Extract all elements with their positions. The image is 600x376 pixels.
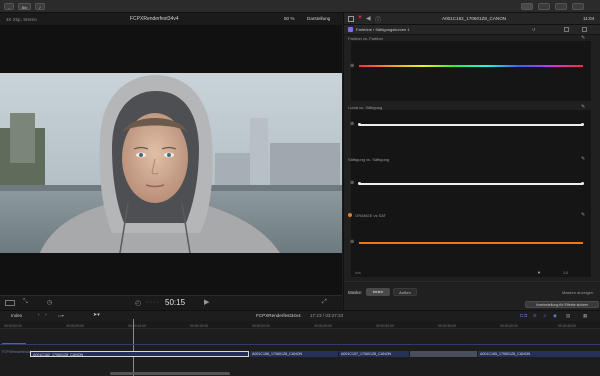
graph-3-curve[interactable] [359, 183, 583, 185]
check-button[interactable]: ✓ [35, 3, 45, 10]
ruler-label: 00:00:10:00 [128, 324, 146, 328]
graph-4[interactable]: ⊕ Isla ▼ 1,0 [350, 219, 591, 277]
ruler-label: 00:00:40:00 [500, 324, 518, 328]
snapping-icon[interactable]: ⊏⊐ [520, 313, 527, 319]
color-inspector-icon[interactable]: ▼ [357, 15, 363, 21]
layout-3-button[interactable] [555, 3, 567, 10]
effect-enable-checkbox[interactable] [348, 27, 353, 32]
save-effects-preset-button[interactable]: Voreinstellung für Effekte sichern [525, 301, 599, 308]
inspector-clip-name: A001C162_170601Z8_CANON [442, 16, 507, 21]
ruler-label: 00:00:15:00 [190, 324, 208, 328]
audio-skimming-icon[interactable]: ≋ [533, 313, 537, 319]
graph-1[interactable]: ⊕ [350, 41, 591, 101]
viewer-header: 4K 25p, Stereo FCPXRenderfest34v4 50 % D… [0, 13, 342, 25]
reset-icon[interactable]: ↺ [532, 27, 535, 32]
ruler-label: 00:00:05:00 [66, 324, 84, 328]
video-inspector-icon[interactable] [348, 16, 354, 22]
graph-2-reset-icon[interactable]: ⊕ [350, 121, 354, 127]
ruler-label: 00:00:30:00 [376, 324, 394, 328]
graph-4-color-swatch[interactable] [348, 213, 352, 217]
playhead[interactable] [133, 319, 134, 376]
timeline-clip[interactable]: A001C157_170601Z8_CANON [339, 351, 409, 357]
timeline-duration: 17:23 / 03:27:23 [310, 313, 344, 318]
view-options-icon[interactable] [5, 300, 15, 306]
inspector-duration: 11:04 [583, 16, 595, 21]
fullscreen-icon[interactable]: ⤢ [322, 299, 327, 306]
graph-3[interactable]: ⊕ [350, 162, 591, 222]
ruler-label: 00:00:35:00 [438, 324, 456, 328]
mask-label: Maske: [348, 290, 363, 295]
viewer-footer: ⤡ ◷ ◴ ○○○○ 50:15 ▶ ⤢ [0, 295, 342, 310]
timeline-clip-selected[interactable]: A001C162_170601Z8_CANON [30, 351, 249, 357]
mask-inside-button[interactable]: Innen [366, 288, 390, 296]
timeline-project-title: FCPXRenderfest34v4 [256, 313, 301, 318]
graph-2-point-left[interactable] [358, 123, 361, 126]
ruler-label: 00:00:25:00 [314, 324, 332, 328]
timeline-gap-clip[interactable] [410, 351, 477, 357]
divider [344, 281, 600, 282]
timecode-display[interactable]: 50:15 [165, 298, 185, 307]
info-inspector-icon[interactable]: ⓘ [375, 15, 381, 24]
graph-3-point-left[interactable] [358, 182, 361, 185]
audio-lane-label: ▬▬▬▬▬▬▬▬ [2, 341, 26, 345]
index-button[interactable]: Index [11, 313, 22, 318]
zoom-menu[interactable]: 50 % [284, 16, 294, 21]
graph-4-eyedropper-icon[interactable]: ✎ [581, 212, 585, 218]
layout-1-button[interactable] [521, 3, 533, 10]
ruler-label: 00:00:20:00 [252, 324, 270, 328]
nav-forward-icon[interactable]: › [45, 312, 47, 318]
effect-header: Farbtöne / Sättigungskurven 1 ↺ [344, 25, 600, 35]
app-toolbar: ← Bib ✓ [0, 0, 600, 13]
graph-2-point-right[interactable] [581, 123, 584, 126]
ruler-label: 00:00:00:00 [4, 324, 22, 328]
nav-back-icon[interactable]: ‹ [38, 312, 40, 318]
timeline-clip[interactable]: A001C165_170601Z8_CANON [478, 351, 600, 357]
effect-title[interactable]: Farbtöne / Sättigungskurven 1 [356, 27, 410, 32]
connected-lane [0, 344, 600, 345]
graph-footer-right: 1,0 [563, 271, 568, 275]
effects-browser-icon[interactable]: ▦ [583, 313, 587, 319]
mask-outside-button[interactable]: Außen [393, 288, 417, 296]
inspector-tabs: ▼ ◀ ⓘ A001C162_170601Z8_CANON 11:04 [344, 13, 600, 25]
timeline-appearance-icon[interactable]: ▤ [566, 313, 570, 319]
graph-footer-left: Isla [355, 271, 361, 275]
ruler-label: 00:00:45:00 [558, 324, 576, 328]
back-button[interactable]: ← [4, 3, 14, 10]
select-tool-icon[interactable]: ➤▾ [93, 312, 100, 318]
library-button[interactable]: Bib [18, 3, 31, 10]
graph-1-curve[interactable] [359, 65, 583, 67]
show-masks-label[interactable]: Masken anzeigen [562, 290, 593, 295]
graph-4-curve[interactable] [359, 242, 583, 244]
video-frame[interactable] [0, 73, 342, 253]
format-label: 4K 25p, Stereo [6, 17, 37, 22]
speed-tool-icon[interactable]: ◷ [47, 299, 52, 306]
solo-icon[interactable]: ◉ [553, 313, 557, 319]
headphones-icon[interactable]: ♫ [543, 313, 546, 318]
graph-4-title[interactable]: ORANGE vs SAT [355, 213, 386, 218]
graph-range-handle-icon[interactable]: ▼ [537, 270, 541, 275]
viewer-title: FCPXRenderfest34v4 [130, 16, 179, 22]
share-button[interactable] [572, 3, 584, 10]
play-button[interactable]: ▶ [204, 298, 209, 306]
graph-3-reset-icon[interactable]: ⊕ [350, 180, 354, 186]
layout-2-button[interactable] [538, 3, 550, 10]
video-image [0, 73, 342, 253]
clip-appearance-icon[interactable]: ▭▾ [58, 313, 64, 318]
timecode-placeholder: ○○○○ [146, 299, 160, 304]
graph-3-point-right[interactable] [581, 182, 584, 185]
display-menu[interactable]: Darstellung [307, 16, 330, 21]
audio-inspector-icon[interactable]: ◀ [366, 15, 371, 22]
effect-menu-icon[interactable] [564, 27, 569, 32]
inspector-panel: ▼ ◀ ⓘ A001C162_170601Z8_CANON 11:04 Farb… [343, 13, 600, 310]
timeline-clip[interactable]: A001C156_170601Z8_CANON [250, 351, 338, 357]
graph-2-curve[interactable] [359, 124, 583, 126]
clock-icon: ◴ [135, 300, 142, 307]
effect-expand-icon[interactable] [582, 27, 587, 32]
graph-1-reset-icon[interactable]: ⊕ [350, 63, 354, 69]
timeline-panel: Index ‹ › ▭▾ ➤▾ FCPXRenderfest34v4 17:23… [0, 310, 600, 376]
transform-tool-icon[interactable]: ⤡ [23, 299, 28, 306]
graph-4-reset-icon[interactable]: ⊕ [350, 239, 354, 245]
